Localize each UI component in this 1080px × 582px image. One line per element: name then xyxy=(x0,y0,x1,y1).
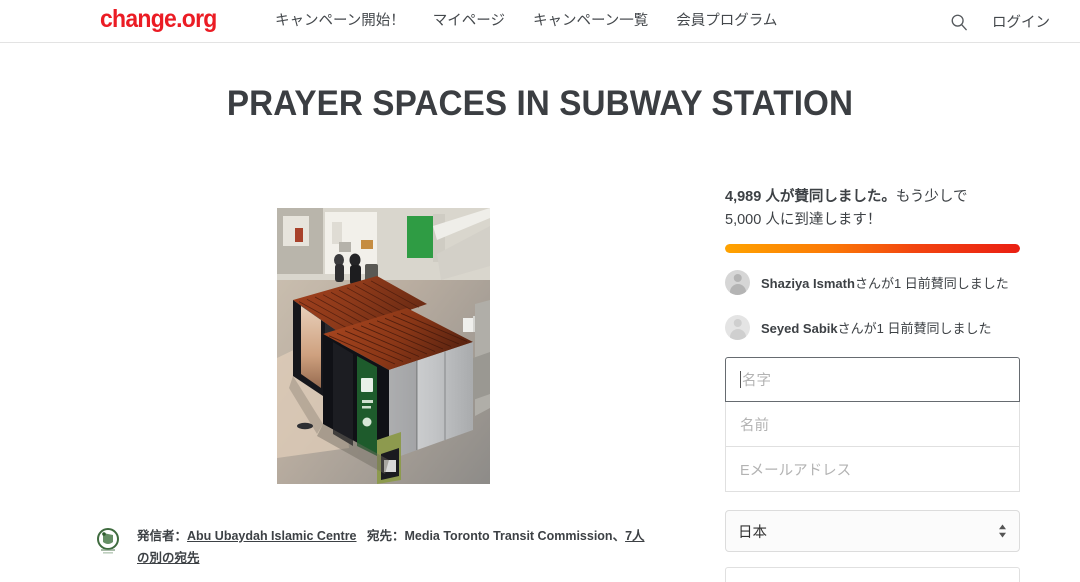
login-link[interactable]: ログイン xyxy=(992,11,1050,32)
site-logo[interactable]: change.org xyxy=(100,2,217,36)
creator-label: 発信者： xyxy=(137,529,188,543)
site-header: change.org キャンペーン開始！ マイページ キャンペーン一覧 会員プロ… xyxy=(0,0,1080,43)
prayer-pod-photo xyxy=(277,208,490,484)
petition-meta: 発信者：Abu Ubaydah Islamic Centre 宛先：Media … xyxy=(95,525,655,569)
email-field[interactable]: Eメールアドレス xyxy=(725,447,1020,492)
nav-item-member-program[interactable]: 会員プログラム xyxy=(676,0,777,43)
location-field[interactable]: 居住地 xyxy=(725,567,1020,582)
first-name-field[interactable]: 名前 xyxy=(725,402,1020,447)
nav-item-start-campaign[interactable]: キャンペーン開始！ xyxy=(275,0,405,43)
petition-hero-image xyxy=(277,208,490,484)
signer-text: Seyed Sabikさんが1 日前賛同しました xyxy=(761,318,991,337)
first-name-placeholder: 名前 xyxy=(740,417,769,434)
petition-page: change.org キャンペーン開始！ マイページ キャンペーン一覧 会員プロ… xyxy=(0,0,1080,582)
abu-ubaydah-logo-icon xyxy=(97,528,119,554)
signer-action: さんが1 日前賛同しました xyxy=(854,275,1009,291)
search-icon[interactable] xyxy=(950,13,968,31)
signer-name: Shaziya Ismath xyxy=(761,275,855,291)
nav-item-campaign-list[interactable]: キャンペーン一覧 xyxy=(533,0,648,43)
target-label: 宛先： xyxy=(366,529,405,543)
last-name-placeholder: 名字 xyxy=(742,373,771,389)
header-actions: ログイン xyxy=(950,0,1050,43)
last-name-field[interactable]: 名字 xyxy=(725,357,1020,402)
nav-item-my-page[interactable]: マイページ xyxy=(433,0,505,43)
creator-link[interactable]: Abu Ubaydah Islamic Centre xyxy=(187,529,357,543)
progress-bar xyxy=(725,244,1020,253)
signer-action: さんが1 日前賛同しました xyxy=(837,320,992,336)
country-select[interactable]: 日本 xyxy=(725,510,1020,552)
target-name: Media Toronto Transit Commission、 xyxy=(404,529,626,543)
signature-goal-line2: 5,000 人に到達します！ xyxy=(725,212,882,228)
signature-sidebar: 4,989 人が賛同しました。もう少しで 5,000 人に到達します！ Shaz… xyxy=(725,186,1020,582)
signature-goal-line1: もう少しで xyxy=(895,189,968,205)
signature-form: 名字 名前 Eメールアドレス 日本 居住地 xyxy=(725,357,1020,582)
country-value: 日本 xyxy=(738,524,767,541)
page-title: PRAYER SPACES IN SUBWAY STATION xyxy=(226,84,854,123)
progress-bar-fill xyxy=(725,244,1020,253)
signer-name: Seyed Sabik xyxy=(761,320,838,336)
text-cursor xyxy=(740,371,741,388)
main-nav: キャンペーン開始！ マイページ キャンペーン一覧 会員プログラム xyxy=(275,0,777,43)
select-arrows-icon xyxy=(999,524,1006,538)
signer-text: Shaziya Ismathさんが1 日前賛同しました xyxy=(761,273,1009,292)
email-placeholder: Eメールアドレス xyxy=(740,462,852,479)
signature-count-text: 4,989 人が賛同しました。もう少しで 5,000 人に到達します！ xyxy=(725,186,1020,232)
signer-row: Shaziya Ismathさんが1 日前賛同しました xyxy=(725,267,1020,297)
signature-count-bold: 4,989 人が賛同しました。 xyxy=(725,189,896,205)
signer-row: Seyed Sabikさんが1 日前賛同しました xyxy=(725,312,1020,342)
avatar-placeholder-icon xyxy=(725,314,750,340)
avatar-placeholder-icon xyxy=(725,269,750,295)
